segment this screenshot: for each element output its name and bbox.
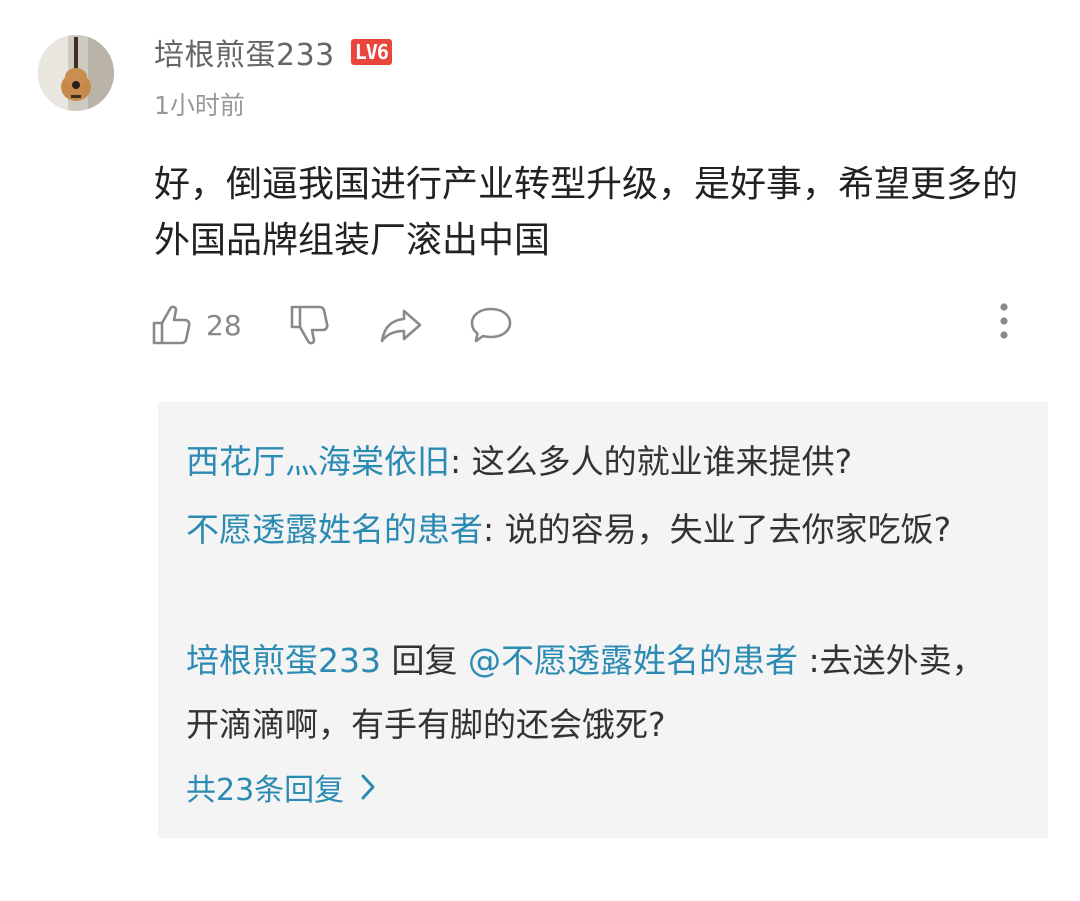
- reply-author[interactable]: 不愿透露姓名的患者: [186, 510, 483, 549]
- reply-mention[interactable]: @不愿透露姓名的患者: [468, 641, 798, 680]
- reply-author[interactable]: 西花厅灬海棠依旧: [186, 442, 450, 481]
- like-count: 28: [206, 308, 242, 342]
- comment-card: 培根煎蛋233 LV6 1小时前 好，倒逼我国进行产业转型升级，是好事，希望更多…: [0, 0, 1080, 901]
- reply-separator: :: [797, 641, 820, 680]
- view-all-replies-link[interactable]: 共23条回复: [186, 762, 376, 812]
- reply-item[interactable]: 培根煎蛋233 回复 @不愿透露姓名的患者 :去送外卖，开滴滴啊，有手有脚的还会…: [186, 629, 1006, 757]
- username[interactable]: 培根煎蛋233: [154, 30, 335, 74]
- avatar[interactable]: [38, 35, 114, 111]
- reply-separator: :: [450, 442, 472, 481]
- reply-item[interactable]: 不愿透露姓名的患者: 说的容易，失业了去你家吃饭?: [186, 498, 1006, 562]
- reply-author[interactable]: 培根煎蛋233: [186, 641, 381, 680]
- like-button[interactable]: 28: [150, 300, 242, 350]
- username-row: 培根煎蛋233 LV6: [154, 30, 392, 74]
- comment-icon: [470, 307, 512, 343]
- reply-text: 说的容易，失业了去你家吃饭?: [504, 510, 952, 549]
- timestamp: 1小时前: [154, 91, 245, 120]
- share-button[interactable]: [378, 300, 424, 350]
- reply-word: 回复: [381, 641, 468, 680]
- thumbs-down-icon: [290, 305, 329, 345]
- dislike-button[interactable]: [288, 300, 330, 350]
- guitar-avatar-icon: [38, 35, 114, 111]
- replies-panel: 西花厅灬海棠依旧: 这么多人的就业谁来提供? 不愿透露姓名的患者: 说的容易，失…: [158, 402, 1048, 838]
- reply-text: 这么多人的就业谁来提供?: [471, 442, 853, 481]
- more-button[interactable]: [998, 302, 1010, 346]
- reply-separator: :: [483, 510, 505, 549]
- more-vertical-icon: [1000, 303, 1008, 339]
- level-badge: LV6: [350, 39, 392, 65]
- chevron-right-icon: [361, 774, 375, 800]
- comment-body[interactable]: 好，倒逼我国进行产业转型升级，是好事，希望更多的外国品牌组装厂滚出中国: [154, 157, 1034, 269]
- thumbs-up-icon: [152, 305, 191, 345]
- share-icon: [380, 309, 422, 343]
- comment-actions: 28: [150, 300, 1010, 350]
- view-all-replies-label: 共23条回复: [186, 773, 345, 808]
- reply-item[interactable]: 西花厅灬海棠依旧: 这么多人的就业谁来提供?: [186, 430, 1006, 494]
- reply-button[interactable]: [468, 300, 514, 350]
